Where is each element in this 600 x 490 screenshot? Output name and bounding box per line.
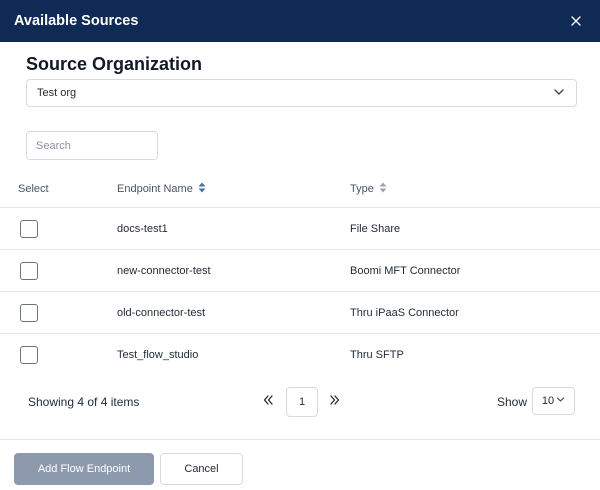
- endpoints-table: Select Endpoint Name Type docs-test1 Fil…: [0, 170, 600, 376]
- header-select: Select: [18, 182, 49, 195]
- header-type[interactable]: Type: [350, 182, 600, 196]
- table-row: new-connector-test Boomi MFT Connector: [0, 250, 600, 292]
- modal-footer: Add Flow Endpoint Cancel: [0, 439, 600, 490]
- show-label: Show: [497, 395, 528, 409]
- modal-header: Available Sources: [0, 0, 600, 42]
- row-checkbox[interactable]: [20, 346, 38, 364]
- endpoint-type-cell: File Share: [350, 222, 401, 235]
- chevrons-left-icon[interactable]: [260, 392, 276, 408]
- header-endpoint-name[interactable]: Endpoint Name: [117, 182, 350, 196]
- page-size-value: 10: [541, 395, 555, 407]
- table-row: docs-test1 File Share: [0, 208, 600, 250]
- page-number-input[interactable]: [286, 387, 318, 417]
- header-type-label: Type: [350, 182, 374, 195]
- sort-icon: [198, 182, 206, 196]
- endpoint-type-cell: Boomi MFT Connector: [350, 264, 461, 277]
- sort-icon: [379, 182, 387, 196]
- cancel-button[interactable]: Cancel: [160, 453, 243, 485]
- pagination-bar: Showing 4 of 4 items Show 10: [0, 384, 600, 418]
- table-header: Select Endpoint Name Type: [0, 170, 600, 208]
- row-checkbox[interactable]: [20, 219, 38, 238]
- row-checkbox[interactable]: [20, 303, 38, 322]
- chevron-down-icon: [552, 85, 566, 102]
- endpoint-name-cell: Test_flow_studio: [117, 349, 199, 361]
- endpoint-name-cell: old-connector-test: [117, 306, 206, 319]
- close-icon[interactable]: [566, 11, 586, 31]
- source-org-select[interactable]: Test org: [26, 79, 577, 107]
- add-flow-endpoint-button[interactable]: Add Flow Endpoint: [14, 453, 154, 485]
- endpoint-name-cell: new-connector-test: [117, 264, 211, 277]
- endpoint-type-cell: Thru SFTP: [350, 349, 404, 361]
- chevron-down-icon: [556, 395, 565, 407]
- table-row: old-connector-test Thru iPaaS Connector: [0, 292, 600, 334]
- search-input[interactable]: [26, 131, 158, 160]
- row-checkbox[interactable]: [20, 261, 38, 280]
- chevrons-right-icon[interactable]: [327, 392, 343, 408]
- header-endpoint-name-label: Endpoint Name: [117, 182, 193, 195]
- endpoint-name-cell: docs-test1: [117, 222, 168, 235]
- source-org-value: Test org: [37, 87, 77, 99]
- items-summary: Showing 4 of 4 items: [28, 395, 140, 409]
- modal-title: Available Sources: [14, 13, 139, 29]
- endpoint-type-cell: Thru iPaaS Connector: [350, 306, 459, 319]
- page-size-select[interactable]: 10: [532, 387, 575, 415]
- section-title: Source Organization: [26, 54, 203, 74]
- table-row: Test_flow_studio Thru SFTP: [0, 334, 600, 376]
